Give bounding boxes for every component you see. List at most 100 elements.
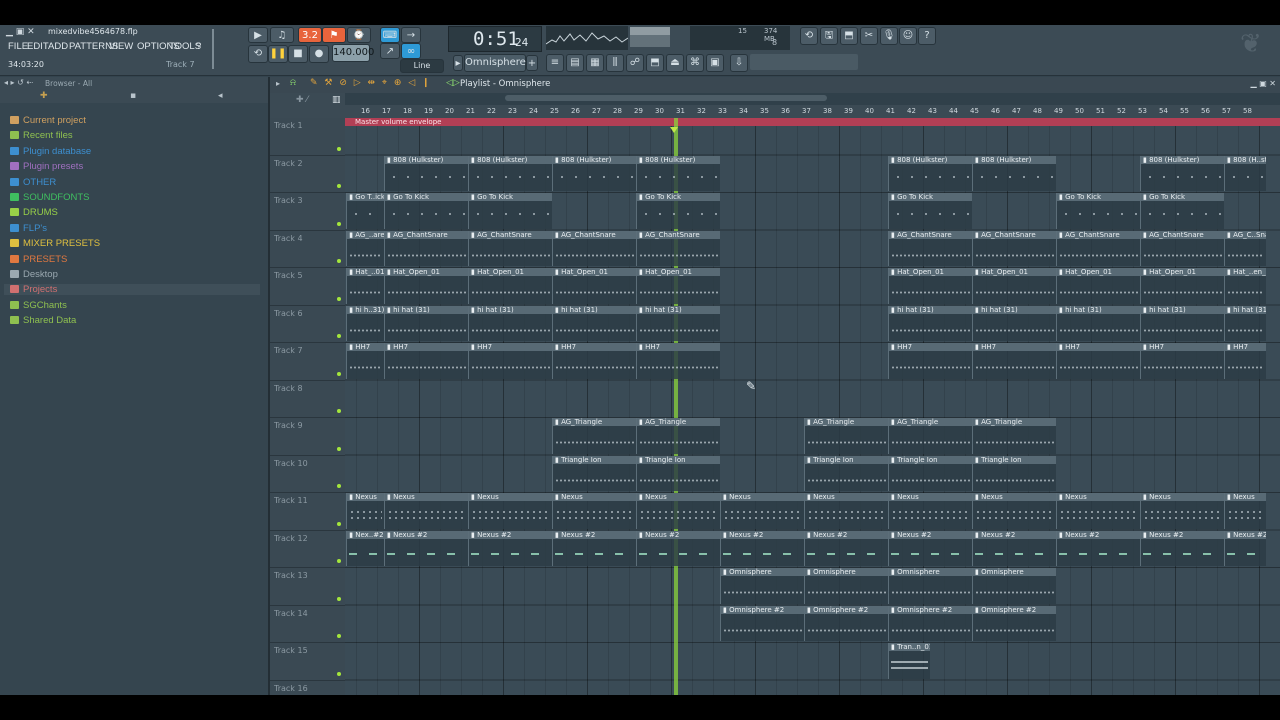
plugin-picker-button[interactable]: ⬒ bbox=[646, 54, 664, 72]
pattern-clip[interactable]: ▮ AG_ChantSnare bbox=[468, 230, 552, 266]
track-mute-led-icon[interactable] bbox=[337, 596, 341, 601]
piano-icon[interactable]: ▥ bbox=[332, 95, 341, 105]
track-header[interactable]: Track 4 bbox=[270, 230, 345, 268]
pattern-clip[interactable]: ▮ Nexus bbox=[720, 493, 804, 529]
pattern-clip[interactable]: ▮ AG_Triangle bbox=[636, 418, 720, 454]
track-mute-led-icon[interactable] bbox=[337, 671, 341, 676]
pattern-clip[interactable]: ▮ Nexus bbox=[636, 493, 720, 529]
pattern-clip[interactable]: ▮ Hat_..en_01 bbox=[1224, 268, 1266, 304]
pattern-clip[interactable]: ▮ Omnisphere bbox=[720, 568, 804, 604]
pattern-clip[interactable]: ▮ Hat_Open_01 bbox=[1140, 268, 1224, 304]
track-mute-led-icon[interactable] bbox=[337, 334, 341, 338]
pattern-clip[interactable]: ▮ Nexus bbox=[1224, 493, 1266, 529]
pattern-clip[interactable]: ▮ Nex..#2 bbox=[346, 530, 384, 566]
pattern-add-button[interactable]: + bbox=[526, 55, 538, 71]
playlist-window-controls[interactable]: ▁ ▣ ✕ bbox=[1251, 79, 1277, 88]
pattern-clip[interactable]: ▮ Nexus #2 bbox=[1140, 530, 1224, 566]
pattern-clip[interactable]: ▮ Nexus bbox=[384, 493, 468, 529]
pattern-clip[interactable]: ▮ AG_ChantSnare bbox=[1056, 230, 1140, 266]
pattern-clip[interactable]: ▮ 808 (H..ster) bbox=[1224, 155, 1266, 191]
track-header[interactable]: Track 16 bbox=[270, 680, 345, 695]
pattern-clip[interactable]: ▮ HH7 bbox=[384, 343, 468, 379]
cut-button[interactable]: ✂ bbox=[860, 27, 878, 45]
pattern-mode-button[interactable]: ▶ bbox=[248, 27, 268, 43]
track-mute-led-icon[interactable] bbox=[337, 409, 341, 413]
pattern-clip[interactable]: ▮ hi hat (31) bbox=[1056, 305, 1140, 341]
pattern-clip[interactable]: ▮ hi hat (31) bbox=[888, 305, 972, 341]
pattern-selector[interactable]: Omnisphere bbox=[464, 54, 526, 72]
typing-keyboard-button[interactable]: ⌨ bbox=[380, 27, 400, 43]
news-panel[interactable] bbox=[750, 54, 858, 70]
master-volume-envelope[interactable]: Master volume envelope bbox=[345, 118, 1280, 126]
track-header[interactable]: Track 9 bbox=[270, 418, 345, 456]
blend-notes-button[interactable]: ↗ bbox=[380, 43, 400, 59]
pattern-clip[interactable]: ▮ hi hat (31) bbox=[384, 305, 468, 341]
pattern-clip[interactable]: ▮ Nexus bbox=[888, 493, 972, 529]
piano-roll-button[interactable]: ▤ bbox=[566, 54, 584, 72]
pattern-clip[interactable]: ▮ Tran..n_01 bbox=[888, 643, 930, 679]
channel-rack-button[interactable]: ▦ bbox=[586, 54, 604, 72]
pattern-clip[interactable]: ▮ HH7 bbox=[1140, 343, 1224, 379]
pattern-clip[interactable]: ▮ HH7 bbox=[636, 343, 720, 379]
stop-button[interactable]: ■ bbox=[288, 45, 308, 63]
pattern-clip[interactable]: ▮ Omnisphere bbox=[888, 568, 972, 604]
wait-button[interactable]: ⌚ bbox=[347, 27, 371, 43]
pattern-clip[interactable]: ▮ Hat_Open_01 bbox=[888, 268, 972, 304]
browser-item-mixer-presets[interactable]: MIXER PRESETS bbox=[10, 238, 100, 249]
pattern-clip[interactable]: ▮ Hat_Open_01 bbox=[1056, 268, 1140, 304]
pattern-clip[interactable]: ▮ Omnisphere #2 bbox=[888, 605, 972, 641]
pattern-prev-button[interactable]: ▸ bbox=[453, 55, 463, 71]
pattern-clip[interactable]: ▮ 808 (Hulkster) bbox=[972, 155, 1056, 191]
metronome-button[interactable]: ⚑ bbox=[322, 27, 346, 43]
browser-item-recent-files[interactable]: Recent files bbox=[10, 130, 73, 141]
save-button[interactable]: 🖫 bbox=[820, 27, 838, 45]
pattern-clip[interactable]: ▮ AG_ChantSnare bbox=[972, 230, 1056, 266]
pattern-clip[interactable]: ▮ Omnisphere #2 bbox=[804, 605, 888, 641]
pattern-clip[interactable]: ▮ AG_Triangle bbox=[804, 418, 888, 454]
news-download-button[interactable]: ⇩ bbox=[730, 54, 748, 72]
track-mute-led-icon[interactable] bbox=[337, 521, 341, 526]
pattern-clip[interactable]: ▮ Triangle Ion bbox=[552, 455, 636, 491]
feedback-button[interactable]: ☺ bbox=[899, 27, 917, 45]
pattern-clip[interactable]: ▮ Triangle Ion bbox=[636, 455, 720, 491]
pattern-clip[interactable]: ▮ Hat_Open_01 bbox=[384, 268, 468, 304]
track-header[interactable]: Track 3 bbox=[270, 193, 345, 231]
pattern-clip[interactable]: ▮ AG_Triangle bbox=[552, 418, 636, 454]
play-button[interactable]: ❚❚ bbox=[268, 45, 288, 63]
pattern-clip[interactable]: ▮ AG_Triangle bbox=[972, 418, 1056, 454]
track-header[interactable]: Track 8 bbox=[270, 380, 345, 418]
track-mute-led-icon[interactable] bbox=[337, 559, 341, 563]
pattern-clip[interactable]: ▮ Nexus bbox=[972, 493, 1056, 529]
snap-select[interactable]: Line bbox=[400, 59, 444, 73]
browser-file-icon[interactable]: ▪ bbox=[130, 91, 136, 101]
browser-item-other[interactable]: OTHER bbox=[10, 177, 56, 188]
pattern-clip[interactable]: ▮ 808 (Hulkster) bbox=[636, 155, 720, 191]
playlist-draw-tools[interactable]: ✎ ⚒ ⊘ ▷ ⇹ ⌖ ⊕ ◁ ❙ bbox=[310, 78, 432, 88]
track-mute-led-icon[interactable] bbox=[337, 484, 341, 488]
arrangement-grid[interactable]: Master volume envelope ▮ 808 (Hulkster) ▮… bbox=[345, 118, 1280, 695]
track-mute-led-icon[interactable] bbox=[337, 371, 341, 376]
browser-item-shared-data[interactable]: Shared Data bbox=[10, 315, 76, 326]
pattern-clip[interactable]: ▮ Nexus bbox=[346, 493, 384, 529]
browser-item-desktop[interactable]: Desktop bbox=[10, 269, 58, 280]
master-volume-knob[interactable] bbox=[212, 29, 226, 69]
pattern-clip[interactable]: ▮ Hat_..01 bbox=[346, 268, 384, 304]
record-button[interactable]: ● bbox=[309, 45, 329, 63]
pattern-clip[interactable]: ▮ HH7 bbox=[888, 343, 972, 379]
pattern-clip[interactable]: ▮ Nexus bbox=[1140, 493, 1224, 529]
browser-item-flp-s[interactable]: FLP's bbox=[10, 223, 47, 234]
pattern-clip[interactable]: ▮ HH7 bbox=[1224, 343, 1266, 379]
pattern-clip[interactable]: ▮ hi hat (31) bbox=[552, 305, 636, 341]
track-mute-led-icon[interactable] bbox=[337, 634, 341, 638]
pattern-clip[interactable]: ▮ Go To Kick bbox=[1140, 193, 1224, 229]
menu-edit[interactable]: EDIT bbox=[27, 41, 49, 52]
browser-arrows-icon[interactable]: ◂ ▸ ↺ ⇠ bbox=[4, 78, 33, 87]
pattern-clip[interactable]: ▮ HH7 bbox=[468, 343, 552, 379]
pattern-clip[interactable]: ▮ Go To Kick bbox=[888, 193, 972, 229]
track-header[interactable]: Track 7 bbox=[270, 343, 345, 381]
pattern-clip[interactable]: ▮ AG_ChantSnare bbox=[384, 230, 468, 266]
playlist-tools-icon[interactable]: ⍾ bbox=[290, 78, 296, 88]
pattern-clip[interactable]: ▮ HH7 bbox=[1056, 343, 1140, 379]
track-mute-led-icon[interactable] bbox=[337, 446, 341, 451]
rec-mode-button[interactable]: 3.2 bbox=[298, 27, 322, 43]
